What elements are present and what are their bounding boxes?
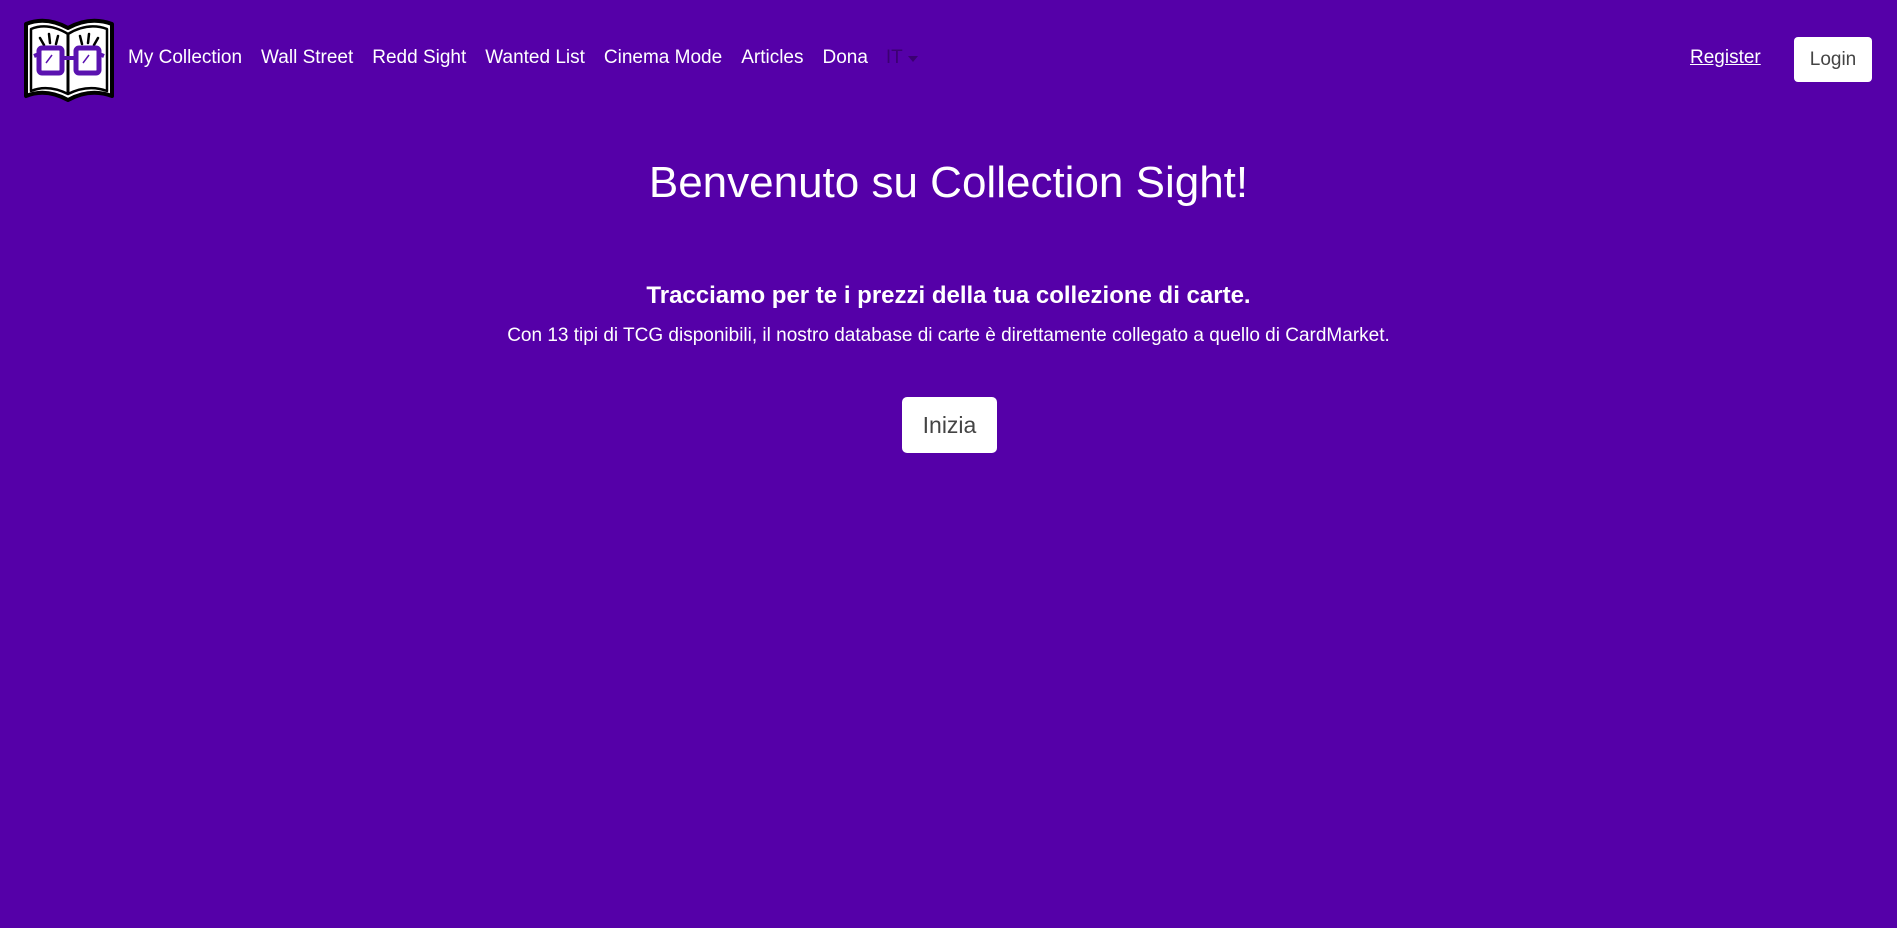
hero-subtitle: Tracciamo per te i prezzi della tua coll… [646,282,1251,309]
nav-link-wall-street[interactable]: Wall Street [261,46,353,70]
main-navigation: My Collection Wall Street Redd Sight Wan… [128,46,918,70]
register-link[interactable]: Register [1690,46,1761,70]
start-button[interactable]: Inizia [902,397,997,453]
hero-description: Con 13 tipi di TCG disponibili, il nostr… [507,325,1390,346]
nav-link-redd-sight[interactable]: Redd Sight [372,46,466,70]
nav-link-wanted-list[interactable]: Wanted List [485,46,585,70]
login-button[interactable]: Login [1794,37,1872,82]
nav-link-cinema-mode[interactable]: Cinema Mode [604,46,722,70]
page-title: Benvenuto su Collection Sight! [648,158,1249,207]
language-dropdown[interactable]: IT [886,46,918,70]
language-label: IT [885,47,903,68]
nav-link-articles[interactable]: Articles [741,46,803,70]
site-logo[interactable] [22,14,116,104]
nav-link-dona[interactable]: Dona [822,46,867,70]
top-navbar: My Collection Wall Street Redd Sight Wan… [0,0,1897,118]
open-book-glasses-logo-icon [24,18,114,102]
nav-link-my-collection[interactable]: My Collection [128,46,242,70]
chevron-down-icon [907,55,918,62]
